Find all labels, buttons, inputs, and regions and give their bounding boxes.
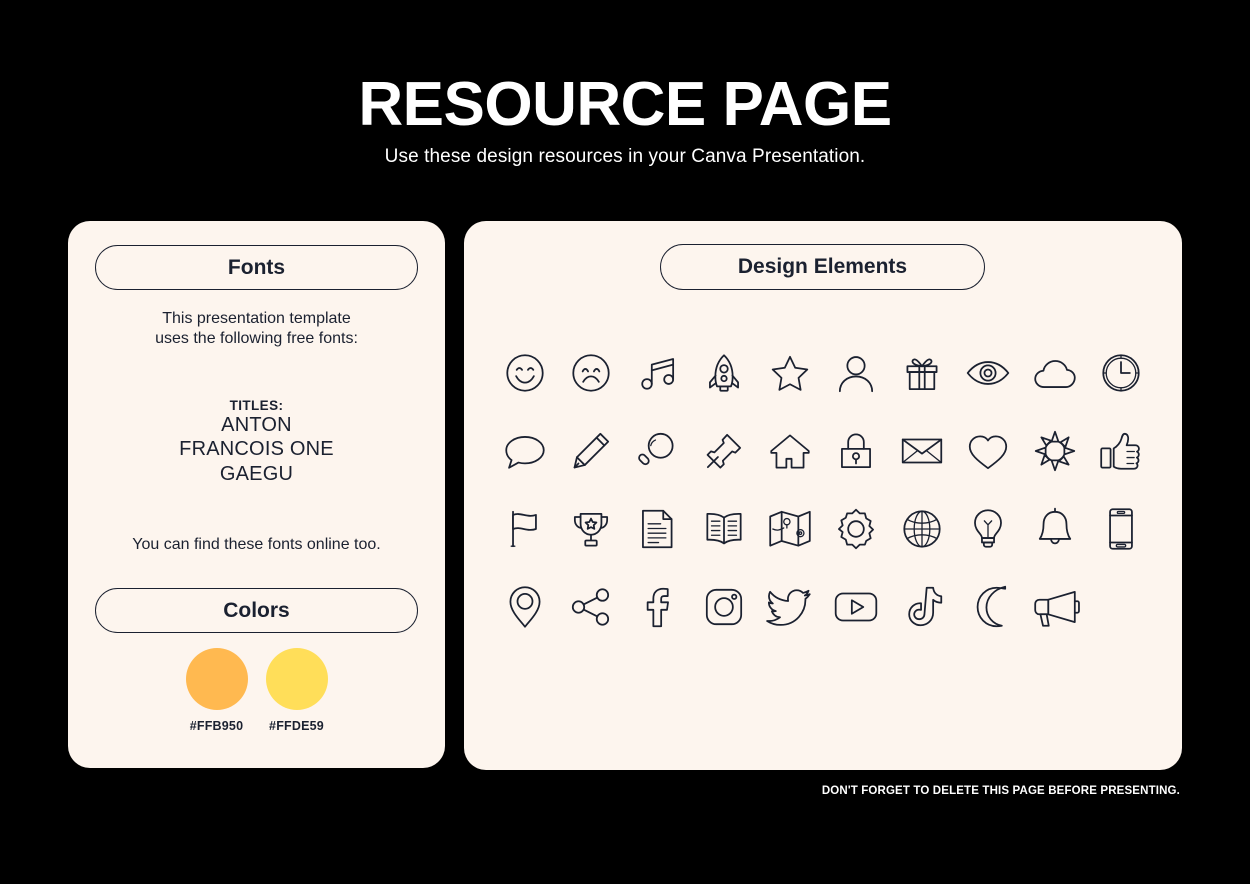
globe-icon[interactable] (894, 501, 950, 557)
slide-canvas: RESOURCE PAGE Use these design resources… (0, 0, 1250, 884)
trophy-icon[interactable] (563, 501, 619, 557)
fonts-section-header: Fonts (95, 245, 418, 290)
color-swatch-hex-label: #FFB950 (189, 719, 244, 733)
footer-reminder-note: DON'T FORGET TO DELETE THIS PAGE BEFORE … (821, 785, 1180, 797)
magnifying-glass-icon[interactable] (629, 423, 685, 479)
moon-icon[interactable] (960, 579, 1016, 635)
page-subtitle: Use these design resources in your Canva… (384, 146, 866, 167)
map-icon[interactable] (762, 501, 818, 557)
facebook-icon[interactable] (629, 579, 685, 635)
fonts-outro-text: You can find these fonts online too. (132, 536, 381, 553)
gift-icon[interactable] (894, 345, 950, 401)
icon-grid (492, 345, 1154, 635)
share-icon[interactable] (563, 579, 619, 635)
megaphone-icon[interactable] (1027, 579, 1083, 635)
speech-bubble-icon[interactable] (497, 423, 553, 479)
page-title: RESOURCE PAGE (358, 70, 892, 139)
smiley-face-icon[interactable] (497, 345, 553, 401)
fonts-panel: Fonts This presentation template uses th… (68, 221, 445, 768)
location-pin-icon[interactable] (497, 579, 553, 635)
sun-icon[interactable] (1027, 423, 1083, 479)
person-icon[interactable] (828, 345, 884, 401)
color-swatch[interactable]: #FFB950 (183, 648, 251, 733)
document-icon[interactable] (629, 501, 685, 557)
pencil-icon[interactable] (563, 423, 619, 479)
color-swatch-row: #FFB950 #FFDE59 (95, 648, 418, 733)
design-elements-label: Design Elements (737, 255, 908, 278)
gear-icon[interactable] (828, 501, 884, 557)
titles-font-list: ANTON FRANCOIS ONE GAEGU (179, 414, 334, 485)
sad-face-icon[interactable] (563, 345, 619, 401)
music-note-icon[interactable] (629, 345, 685, 401)
envelope-icon[interactable] (894, 423, 950, 479)
lock-icon[interactable] (828, 423, 884, 479)
star-icon[interactable] (762, 345, 818, 401)
design-elements-header: Design Elements (660, 244, 985, 290)
colors-section-header: Colors (95, 588, 418, 633)
instagram-icon[interactable] (696, 579, 752, 635)
rocket-icon[interactable] (696, 345, 752, 401)
cloud-icon[interactable] (1027, 345, 1083, 401)
flag-icon[interactable] (497, 501, 553, 557)
lightbulb-icon[interactable] (960, 501, 1016, 557)
fonts-intro-text: This presentation template uses the foll… (86, 309, 427, 348)
bell-icon[interactable] (1027, 501, 1083, 557)
color-swatch[interactable]: #FFDE59 (263, 648, 331, 733)
heart-icon[interactable] (960, 423, 1016, 479)
color-swatch-hex-label: #FFDE59 (269, 719, 324, 733)
house-icon[interactable] (762, 423, 818, 479)
titles-font-block: TITLES: ANTON FRANCOIS ONE GAEGU (86, 398, 427, 486)
eye-icon[interactable] (960, 345, 1016, 401)
fonts-intro-line: This presentation template uses the foll… (155, 310, 358, 347)
colors-section-label: Colors (223, 598, 290, 622)
pushpin-icon[interactable] (696, 423, 752, 479)
open-book-icon[interactable] (696, 501, 752, 557)
titles-label: TITLES: (229, 398, 284, 413)
color-swatch-dot[interactable] (185, 648, 248, 710)
design-elements-panel: Design Elements (464, 221, 1182, 770)
color-swatch-dot[interactable] (265, 648, 328, 710)
fonts-section-label: Fonts (227, 255, 286, 279)
youtube-icon[interactable] (828, 579, 884, 635)
smartphone-icon[interactable] (1093, 501, 1149, 557)
twitter-icon[interactable] (762, 579, 818, 635)
clock-icon[interactable] (1093, 345, 1149, 401)
thumbs-up-icon[interactable] (1093, 423, 1149, 479)
tiktok-icon[interactable] (894, 579, 950, 635)
